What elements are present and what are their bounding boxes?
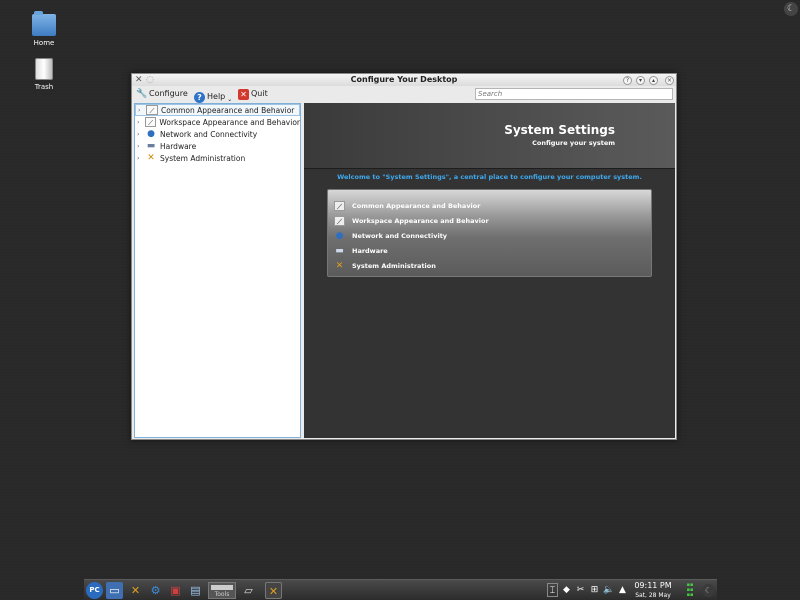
hardware-icon: ▬ — [146, 141, 156, 151]
configure-button[interactable]: 🔧 Configure — [136, 88, 188, 100]
tray-expand-icon[interactable]: ▲ — [617, 583, 628, 597]
quit-icon: ✕ — [238, 88, 249, 100]
close-icon[interactable]: × — [665, 76, 674, 85]
maximize-icon[interactable]: ▴ — [649, 76, 658, 85]
package-icon[interactable]: ▣ — [167, 582, 184, 599]
expand-arrow-icon[interactable]: › — [137, 131, 145, 138]
network-monitor-icon[interactable]: ▪▪ ▪▪ ▪▪ — [684, 583, 696, 598]
panel-toolbox-icon[interactable]: ☾ — [702, 584, 715, 597]
taskbar: PC ▭ ✕ ⚙ ▣ ▤ Tools ▱ ✕ ⌶ ◆ ✂ ⊞ 🔈 ▲ 09:11… — [84, 579, 717, 600]
pager[interactable]: Tools — [208, 582, 236, 599]
header-banner: System Settings Configure your system — [304, 103, 675, 169]
desktop-toolbox-icon[interactable]: ☾ — [784, 2, 798, 16]
category-common-appearance[interactable]: ⟋ Common Appearance and Behavior — [328, 198, 651, 213]
tree-item-workspace-appearance[interactable]: › ⟋ Workspace Appearance and Behavior — [135, 116, 300, 128]
expand-arrow-icon[interactable]: › — [138, 107, 146, 114]
tree-item-system-administration[interactable]: › ✕ System Administration — [135, 152, 300, 164]
help-icon: ? — [194, 91, 205, 103]
globe-icon: ● — [147, 129, 155, 139]
desktop-icon-label: Home — [33, 39, 55, 47]
hardware-icon: ▬ — [335, 245, 344, 256]
network-icon[interactable]: ⊞ — [589, 583, 600, 597]
settings-icon[interactable]: ⚙ — [147, 582, 164, 599]
tools-icon: ✕ — [335, 260, 344, 271]
page-title: System Settings — [504, 123, 615, 137]
desktop-icon[interactable]: ▭ — [106, 582, 123, 599]
workspace-icon: ⟋ — [334, 215, 345, 226]
expand-arrow-icon[interactable]: › — [137, 155, 145, 162]
expand-arrow-icon[interactable]: › — [137, 143, 145, 150]
clock-date: Sat, 28 May — [635, 592, 671, 599]
scissors-icon[interactable]: ✂ — [575, 583, 586, 597]
wrench-icon: 🔧 — [136, 88, 148, 99]
file-manager-icon[interactable]: ▤ — [187, 582, 204, 599]
category-network[interactable]: ● Network and Connectivity — [328, 228, 651, 243]
category-workspace-appearance[interactable]: ⟋ Workspace Appearance and Behavior — [328, 213, 651, 228]
window-icon[interactable]: ▱ — [240, 582, 257, 599]
category-list: ⟋ Common Appearance and Behavior ⟋ Works… — [327, 189, 652, 277]
welcome-text: Welcome to "System Settings", a central … — [337, 173, 642, 181]
system-settings-window: ✕ ◌ Configure Your Desktop ? ▾ ▴ × 🔧 Con… — [131, 73, 677, 440]
appearance-icon: ⟋ — [146, 105, 158, 115]
quit-button[interactable]: ✕ Quit — [238, 88, 268, 100]
notification-icon[interactable]: ◆ — [561, 583, 572, 597]
window-title: Configure Your Desktop — [350, 75, 458, 84]
category-system-administration[interactable]: ✕ System Administration — [328, 258, 651, 273]
tools-icon[interactable]: ✕ — [127, 582, 144, 599]
content-pane: System Settings Configure your system We… — [304, 103, 675, 438]
pager-label: Tools — [214, 591, 230, 598]
volume-icon[interactable]: 🔈 — [603, 583, 614, 597]
trash-icon — [35, 58, 53, 80]
home-folder-icon — [32, 11, 56, 36]
help-icon[interactable]: ? — [623, 76, 632, 85]
appearance-icon: ⟋ — [334, 200, 345, 211]
desktop-icon-home[interactable]: Home — [24, 11, 64, 47]
category-tree[interactable]: › ⟋ Common Appearance and Behavior › ⟋ W… — [134, 103, 301, 438]
tree-item-common-appearance[interactable]: › ⟋ Common Appearance and Behavior — [135, 104, 300, 116]
clipboard-icon[interactable]: ⌶ — [547, 583, 558, 597]
pager-window — [211, 585, 233, 590]
system-tray: ⌶ ◆ ✂ ⊞ 🔈 ▲ — [547, 583, 628, 597]
application-launcher-button[interactable]: PC — [86, 582, 103, 599]
tools-icon: ✕ — [147, 153, 155, 163]
desktop-icon-label: Trash — [34, 83, 54, 91]
search-input[interactable] — [475, 88, 673, 100]
clock-time: 09:11 PM — [634, 581, 672, 590]
title-bar[interactable]: ✕ ◌ Configure Your Desktop ? ▾ ▴ × — [132, 74, 676, 86]
tree-item-network[interactable]: › ● Network and Connectivity — [135, 128, 300, 140]
tree-item-hardware[interactable]: › ▬ Hardware — [135, 140, 300, 152]
minimize-icon[interactable]: ▾ — [636, 76, 645, 85]
desktop-icon-trash[interactable]: Trash — [24, 58, 64, 91]
globe-icon: ● — [335, 230, 344, 241]
expand-arrow-icon[interactable]: › — [137, 119, 145, 126]
workspace-icon: ⟋ — [144, 117, 157, 127]
toolbar: 🔧 Configure ? Help ⌄ ✕ Quit — [132, 86, 676, 103]
system-settings-task[interactable]: ✕ — [265, 582, 282, 599]
category-hardware[interactable]: ▬ Hardware — [328, 243, 651, 258]
clock[interactable]: 09:11 PM Sat, 28 May — [628, 581, 678, 600]
page-subtitle: Configure your system — [532, 139, 615, 147]
